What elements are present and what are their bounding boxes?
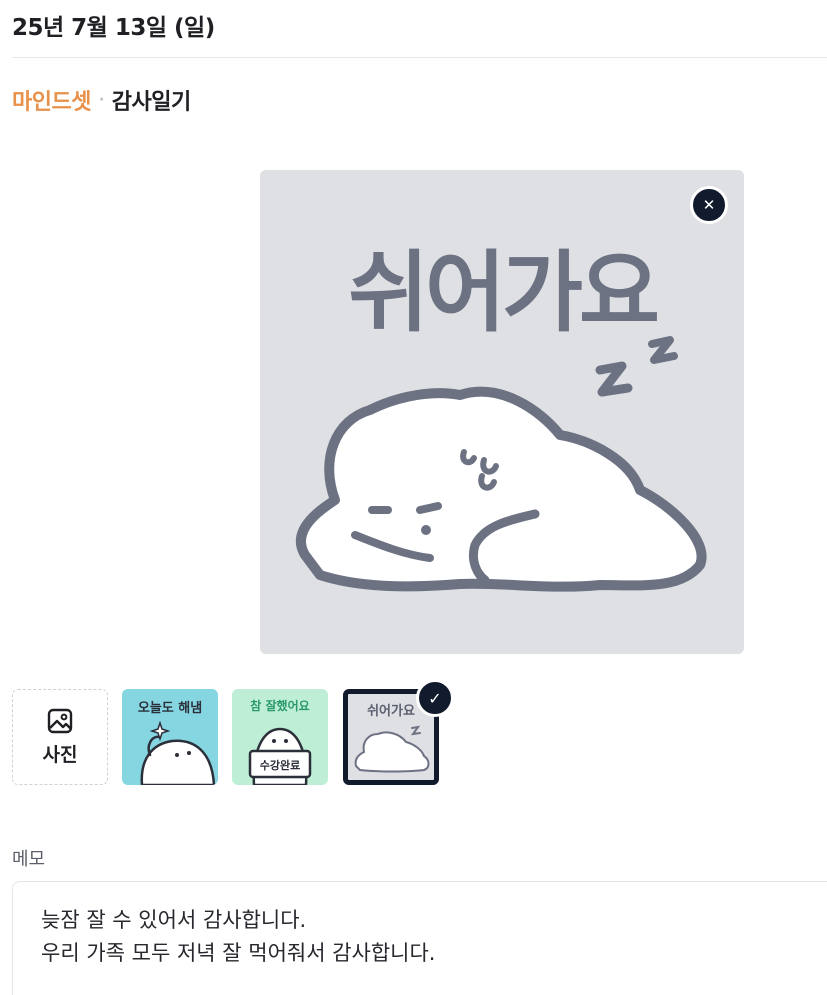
sleeping-blob-illustration <box>295 336 707 592</box>
selected-check-icon: ✓ <box>416 679 454 717</box>
close-icon: ✕ <box>702 195 716 214</box>
page-date: 25년 7월 13일 (일) <box>12 15 215 41</box>
sparkle-blob-icon <box>140 720 216 785</box>
memo-line: 우리 가족 모두 저녁 잘 먹어줘서 감사합니다. <box>41 941 436 965</box>
breadcrumb-current: 감사일기 <box>111 90 191 115</box>
sticker-preview: 쉬어가요 <box>260 170 744 654</box>
breadcrumb-category[interactable]: 마인드셋 <box>12 84 91 116</box>
memo-label: 메모 <box>12 849 46 870</box>
memo-textarea[interactable]: 늦잠 잘 수 있어서 감사합니다. 우리 가족 모두 저녁 잘 먹어줘서 감사합… <box>12 881 827 995</box>
divider <box>12 57 827 58</box>
sticker-option-2-bottom-text: 수강완료 <box>260 758 300 772</box>
add-photo-label: 사진 <box>42 743 78 766</box>
certificate-blob-icon: 수강완료 <box>248 727 312 785</box>
image-icon <box>47 708 73 733</box>
sticker-option-2[interactable]: 참 잘했어요 수강완료 <box>232 689 328 785</box>
memo-line: 늦잠 잘 수 있어서 감사합니다. <box>41 908 307 932</box>
add-photo-button[interactable]: 사진 <box>12 689 108 785</box>
sticker-option-1[interactable]: 오늘도 해냄 <box>122 689 218 785</box>
breadcrumb: 마인드셋 · 감사일기 <box>12 84 191 116</box>
close-button[interactable]: ✕ <box>690 186 728 224</box>
breadcrumb-separator: · <box>98 92 104 108</box>
